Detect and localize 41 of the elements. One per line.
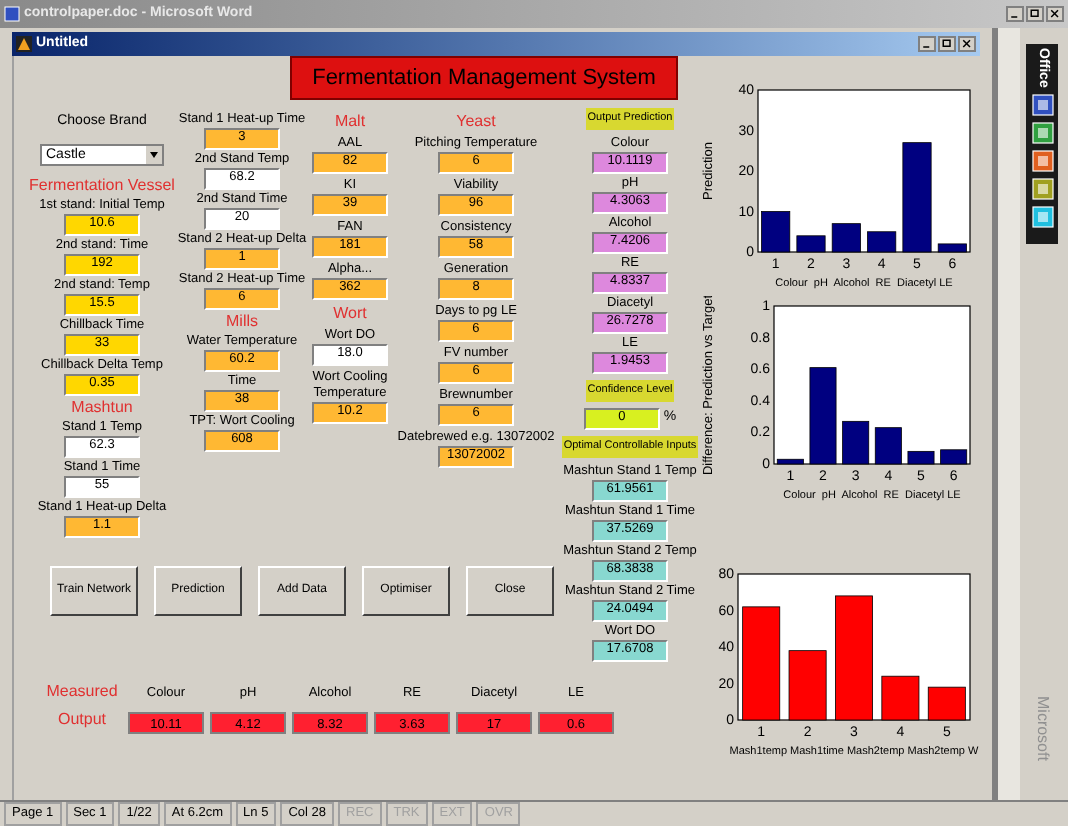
bar (788, 650, 827, 721)
bar (831, 223, 861, 253)
bar (874, 427, 902, 465)
app-shortcut-icon[interactable] (1031, 93, 1053, 116)
bar (835, 595, 873, 721)
app-shortcut-icon[interactable] (1031, 121, 1053, 144)
bar (867, 231, 897, 253)
section-heading: Fermentation Vessel (29, 176, 175, 196)
bar (742, 606, 781, 721)
close-icon[interactable] (958, 36, 976, 52)
section-heading: Mills (226, 312, 258, 332)
caret-icon (146, 146, 162, 164)
bar (881, 675, 920, 721)
bar (761, 211, 791, 253)
side-label: Microsoft (1032, 695, 1054, 760)
bar (776, 458, 804, 465)
bar (907, 450, 935, 465)
section-heading: Mashtun (71, 398, 133, 418)
maximize-icon[interactable] (938, 36, 956, 52)
maximize-icon[interactable] (1026, 6, 1044, 22)
bar (927, 686, 966, 721)
bar (809, 367, 837, 465)
bar (940, 449, 968, 465)
minimize-icon[interactable] (1006, 6, 1024, 22)
app-shortcut-icon[interactable] (1031, 177, 1053, 200)
measured-label: Output (57, 708, 106, 732)
minimize-icon[interactable] (918, 36, 936, 52)
figure-icon (16, 36, 32, 52)
close-icon[interactable] (1046, 6, 1064, 22)
bar (842, 420, 870, 465)
bar (902, 142, 932, 253)
bar (796, 235, 826, 253)
bar (937, 243, 967, 253)
app-shortcut-icon[interactable] (1031, 149, 1053, 172)
section-heading: Wort (333, 304, 367, 324)
app-banner: Fermentation Management System (290, 56, 678, 100)
measured-label: Measured (46, 680, 118, 704)
section-heading: Yeast (456, 112, 496, 132)
section-heading: Malt (334, 112, 366, 132)
app-shortcut-icon[interactable] (1031, 205, 1053, 228)
document-icon (4, 6, 20, 22)
